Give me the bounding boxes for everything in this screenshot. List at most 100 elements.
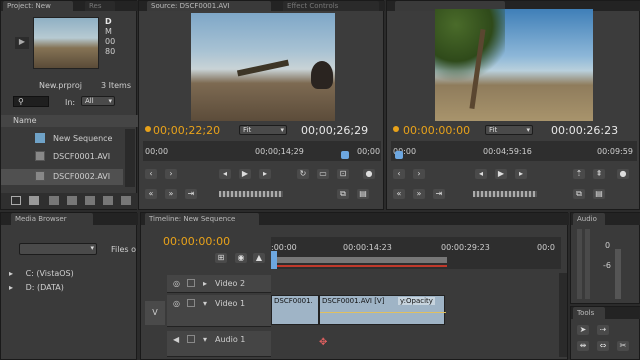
source-timecode-in[interactable]: 00;00;22;20 xyxy=(153,124,220,137)
mark-in-icon[interactable]: ‹ xyxy=(393,169,405,179)
opacity-dropdown[interactable]: y:Opacity xyxy=(398,297,435,305)
lock-icon[interactable]: ▲ xyxy=(253,253,265,263)
loop-icon[interactable]: ↻ xyxy=(297,169,309,179)
lift-icon[interactable]: ⇡ xyxy=(573,169,585,179)
goto-in-icon[interactable]: « xyxy=(145,189,157,199)
track-video-2[interactable]: ◎ ▸ Video 2 xyxy=(167,275,271,293)
location-dropdown[interactable] xyxy=(19,243,97,255)
audio-tabbar: Audio xyxy=(571,213,640,225)
list-item[interactable]: DSCF0002.AVI xyxy=(1,169,123,185)
ripple-edit-tool-icon[interactable]: ⇹ xyxy=(577,341,589,351)
opacity-line[interactable] xyxy=(320,312,446,313)
tab-timeline[interactable]: Timeline: New Sequence xyxy=(145,213,259,225)
track-label: Video 1 xyxy=(215,299,246,308)
insert-icon[interactable]: ⊡ xyxy=(337,169,349,179)
safe-margins-icon[interactable]: ▤ xyxy=(593,189,605,199)
in-filter-dropdown[interactable]: All xyxy=(81,96,115,106)
expand-arrow-icon[interactable]: ▸ xyxy=(203,279,207,288)
extract-icon[interactable]: ⇞ xyxy=(593,169,605,179)
source-playhead[interactable] xyxy=(341,151,349,159)
lock-toggle-icon[interactable] xyxy=(187,299,195,307)
selection-tool-icon[interactable]: ➤ xyxy=(577,325,589,335)
razor-tool-icon[interactable]: ✂ xyxy=(617,341,629,351)
mark-out-icon[interactable]: › xyxy=(413,169,425,179)
goto-out-icon[interactable]: » xyxy=(165,189,177,199)
list-view-icon[interactable] xyxy=(11,196,21,205)
v-target-button[interactable]: V xyxy=(145,301,165,325)
jog-shuttle[interactable] xyxy=(219,191,283,197)
tab-source[interactable]: Source: DSCF0001.AVI xyxy=(147,1,271,11)
rolling-edit-tool-icon[interactable]: ⇔ xyxy=(597,341,609,351)
goto-out-icon[interactable]: » xyxy=(413,189,425,199)
new-bin-icon[interactable] xyxy=(85,196,95,205)
program-playhead[interactable] xyxy=(395,151,403,159)
jog-shuttle[interactable] xyxy=(473,191,537,197)
play-icon[interactable]: ▶ xyxy=(239,169,251,179)
tab-tools[interactable]: Tools xyxy=(573,307,605,319)
track-video-1[interactable]: ◎ ▾ Video 1 xyxy=(167,295,271,327)
settings-icon[interactable]: ● xyxy=(363,169,375,179)
find-icon[interactable] xyxy=(67,196,77,205)
safe-margins-icon[interactable]: ▤ xyxy=(357,189,369,199)
step-back-icon[interactable]: ◂ xyxy=(475,169,487,179)
program-fit-dropdown[interactable]: Fit xyxy=(485,125,533,135)
marker-icon[interactable]: ◉ xyxy=(235,253,247,263)
program-time-ruler[interactable]: 00:00 00:04;59:16 00:09:59 xyxy=(391,141,637,161)
snap-icon[interactable]: ⊞ xyxy=(215,253,227,263)
tab-media-browser[interactable]: Media Browser xyxy=(11,213,93,225)
tab-effect-controls[interactable]: Effect Controls xyxy=(283,1,379,11)
work-area-bar[interactable] xyxy=(271,257,447,263)
mark-out-icon[interactable]: › xyxy=(165,169,177,179)
export-frame-icon[interactable]: ⧉ xyxy=(337,189,349,199)
mark-in-icon[interactable]: ‹ xyxy=(145,169,157,179)
scrollbar[interactable] xyxy=(125,129,135,187)
clip[interactable]: DSCF0001.AVI [V] y:Opacity xyxy=(319,295,446,325)
lock-toggle-icon[interactable] xyxy=(187,335,195,343)
drive-item[interactable]: ▸ C: (VistaOS) xyxy=(9,269,74,278)
level-label: 0 xyxy=(605,241,611,250)
tab-audio[interactable]: Audio xyxy=(573,213,605,225)
trim-icon[interactable]: ⧉ xyxy=(573,189,585,199)
timeline-ruler[interactable]: :00:00 00:00:14:23 00:00:29:23 00:0 xyxy=(271,237,561,269)
tab-project[interactable]: Project: New xyxy=(3,1,73,11)
icon-view-icon[interactable] xyxy=(29,196,39,205)
list-item[interactable]: DSCF0001.AVI xyxy=(1,149,138,165)
project-panel: Project: New Res ▶ D M 00 80 New.prproj … xyxy=(0,0,138,210)
step-forward-icon[interactable]: ▸ xyxy=(515,169,527,179)
search-field[interactable]: ⚲ xyxy=(13,96,49,107)
lock-toggle-icon[interactable] xyxy=(187,279,195,287)
tab-resources[interactable]: Res xyxy=(85,1,115,11)
timeline-timecode[interactable]: 00:00:00:00 xyxy=(163,235,230,248)
source-fit-dropdown[interactable]: Fit xyxy=(239,125,287,135)
name-column-header[interactable]: Name xyxy=(1,115,138,127)
project-filename: New.prproj xyxy=(39,81,82,90)
timeline-scrollbar[interactable] xyxy=(559,273,567,357)
automate-icon[interactable] xyxy=(49,196,59,205)
goto-in-icon[interactable]: « xyxy=(393,189,405,199)
clip[interactable]: DSCF0001. xyxy=(271,295,319,325)
eye-icon[interactable]: ◎ xyxy=(173,279,180,288)
play-thumbnail-button[interactable]: ▶ xyxy=(15,37,29,49)
overlay-icon[interactable]: ▭ xyxy=(317,169,329,179)
play-in-out-icon[interactable]: ⇥ xyxy=(185,189,197,199)
collapse-arrow-icon[interactable]: ▾ xyxy=(203,335,207,344)
program-timecode-in[interactable]: 00:00:00:00 xyxy=(403,124,470,137)
source-time-ruler[interactable]: 00;00 00;00;14;29 00;00 xyxy=(143,141,381,161)
play-in-out-icon[interactable]: ⇥ xyxy=(433,189,445,199)
drive-item[interactable]: ▸ D: (DATA) xyxy=(9,283,64,292)
list-item[interactable]: New Sequence xyxy=(1,131,138,147)
collapse-arrow-icon[interactable]: ▾ xyxy=(203,299,207,308)
track-audio-1[interactable]: ◀ ▾ Audio 1 xyxy=(167,331,271,357)
trash-icon[interactable] xyxy=(121,196,131,205)
new-item-icon[interactable] xyxy=(103,196,113,205)
track-select-tool-icon[interactable]: ⇢ xyxy=(597,325,609,335)
eye-icon[interactable]: ◎ xyxy=(173,299,180,308)
play-icon[interactable]: ▶ xyxy=(495,169,507,179)
step-back-icon[interactable]: ◂ xyxy=(219,169,231,179)
source-timecode-duration: 00;00;26;29 xyxy=(301,124,369,137)
cursor-icon: ✥ xyxy=(319,337,328,348)
speaker-icon[interactable]: ◀ xyxy=(173,335,179,344)
step-forward-icon[interactable]: ▸ xyxy=(259,169,271,179)
settings-icon[interactable]: ● xyxy=(617,169,629,179)
timeline-playhead[interactable] xyxy=(271,251,277,269)
